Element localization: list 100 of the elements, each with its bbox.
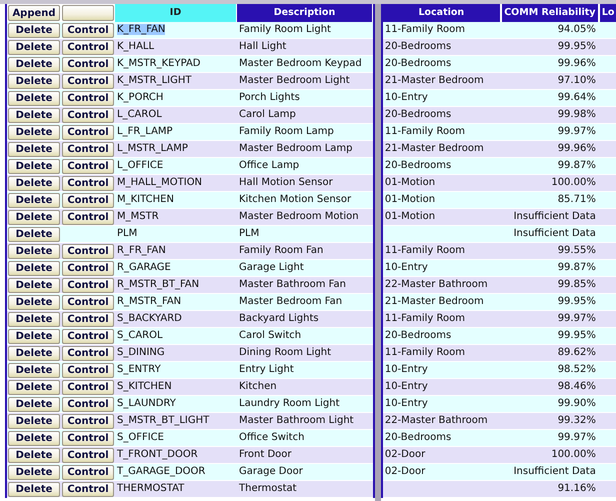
table-cell[interactable]: R_MSTR_FAN <box>117 296 182 307</box>
table-cell-text: Master Bedroom Fan <box>238 295 344 309</box>
control-button[interactable]: Control <box>62 176 114 190</box>
delete-button[interactable]: Delete <box>8 278 60 292</box>
delete-button[interactable]: Delete <box>8 22 60 38</box>
table-cell-text: Garage Light <box>238 261 305 275</box>
control-button[interactable]: Control <box>62 124 114 140</box>
control-button[interactable]: Control <box>62 294 114 310</box>
control-button[interactable]: Control <box>62 260 114 276</box>
control-button[interactable]: Control <box>62 158 114 174</box>
column-header[interactable]: Description <box>237 4 373 22</box>
table-cell[interactable]: K_HALL <box>117 41 154 52</box>
delete-button[interactable]: Delete <box>8 74 60 88</box>
table-cell-text: 100.00% <box>550 176 597 190</box>
control-button[interactable]: Control <box>62 380 114 394</box>
delete-button[interactable]: Delete <box>8 312 60 326</box>
control-button[interactable]: Control <box>62 90 114 106</box>
delete-button[interactable]: Delete <box>8 142 60 156</box>
control-button[interactable]: Control <box>62 192 114 208</box>
table-cell[interactable]: T_GARAGE_DOOR <box>117 466 206 477</box>
table-cell-text: 11-Family Room <box>384 125 466 139</box>
control-button[interactable]: Control <box>62 108 114 122</box>
table-cell[interactable]: THERMOSTAT <box>117 483 184 494</box>
table-cell[interactable]: PLM <box>117 228 138 239</box>
delete-button[interactable]: Delete <box>8 210 60 224</box>
table-cell[interactable]: S_KITCHEN <box>117 381 172 392</box>
table-cell[interactable]: K_MSTR_KEYPAD <box>117 58 201 69</box>
table-cell[interactable]: K_PORCH <box>117 92 164 103</box>
control-button[interactable]: Control <box>62 396 114 412</box>
delete-button[interactable]: Delete <box>8 158 60 174</box>
table-cell[interactable]: L_CAROL <box>117 109 162 120</box>
table-cell[interactable]: K_FR_FAN <box>117 24 166 35</box>
table-cell-text: Kitchen Motion Sensor <box>238 193 352 207</box>
control-button[interactable]: Control <box>62 362 114 378</box>
control-button[interactable]: Control <box>62 482 114 496</box>
control-button[interactable]: Control <box>62 22 114 38</box>
column-header[interactable]: COMM Reliability <box>502 4 599 22</box>
delete-button[interactable]: Delete <box>8 260 60 276</box>
delete-button[interactable]: Delete <box>8 244 60 258</box>
table-cell[interactable]: L_MSTR_LAMP <box>117 143 188 154</box>
table-cell-text: Family Room Lamp <box>238 125 335 139</box>
delete-button[interactable]: Delete <box>8 124 60 140</box>
column-header[interactable]: ID <box>115 4 237 22</box>
table-cell[interactable]: R_MSTR_BT_FAN <box>117 279 200 290</box>
table-cell[interactable]: M_KITCHEN <box>117 194 174 205</box>
delete-button[interactable]: Delete <box>8 414 60 428</box>
delete-button[interactable]: Delete <box>8 328 60 344</box>
table-cell[interactable]: S_LAUNDRY <box>117 398 176 409</box>
delete-button[interactable]: Delete <box>8 482 60 496</box>
delete-button[interactable]: Delete <box>8 396 60 412</box>
control-button[interactable]: Control <box>62 210 114 224</box>
append-button[interactable]: Append <box>8 5 60 21</box>
column-header[interactable]: Lo <box>600 4 616 22</box>
table-cell[interactable]: R_GARAGE <box>117 262 171 273</box>
delete-button[interactable]: Delete <box>8 346 60 360</box>
table-cell[interactable]: L_FR_LAMP <box>117 126 173 137</box>
table-cell[interactable]: M_MSTR <box>117 211 159 222</box>
table-cell[interactable]: S_CAROL <box>117 330 163 341</box>
control-button[interactable]: Control <box>62 142 114 156</box>
table-cell[interactable]: S_MSTR_BT_LIGHT <box>117 415 210 426</box>
control-button[interactable]: Control <box>62 244 114 258</box>
control-button[interactable]: Control <box>62 40 114 54</box>
delete-button[interactable]: Delete <box>8 380 60 394</box>
table-cell-text: 02-Door <box>384 448 426 462</box>
blank-button[interactable] <box>62 5 114 21</box>
control-button[interactable]: Control <box>62 328 114 344</box>
control-button[interactable]: Control <box>62 346 114 360</box>
table-cell-text: 99.97% <box>556 125 597 139</box>
table-cell[interactable]: K_MSTR_LIGHT <box>117 75 192 86</box>
table-cell[interactable]: S_ENTRY <box>117 364 161 375</box>
delete-button[interactable]: Delete <box>8 430 60 446</box>
delete-button[interactable]: Delete <box>8 448 60 462</box>
delete-button[interactable]: Delete <box>8 176 60 190</box>
control-button[interactable]: Control <box>62 312 114 326</box>
table-cell[interactable]: M_HALL_MOTION <box>117 177 202 188</box>
control-button[interactable]: Control <box>62 74 114 88</box>
control-button[interactable]: Control <box>62 414 114 428</box>
table-cell[interactable]: S_OFFICE <box>117 432 164 443</box>
delete-button[interactable]: Delete <box>8 362 60 378</box>
delete-button[interactable]: Delete <box>8 108 60 122</box>
table-cell-text: 21-Master Bedroom <box>384 295 485 309</box>
delete-button[interactable]: Delete <box>8 226 60 242</box>
table-cell[interactable]: R_FR_FAN <box>117 245 166 256</box>
control-button[interactable]: Control <box>62 448 114 462</box>
control-button[interactable]: Control <box>62 56 114 72</box>
control-button[interactable]: Control <box>62 278 114 292</box>
table-cell-text: Office Switch <box>238 431 306 445</box>
table-cell[interactable]: T_FRONT_DOOR <box>117 449 198 460</box>
table-cell[interactable]: S_DINING <box>117 347 165 358</box>
table-cell[interactable]: S_BACKYARD <box>117 313 182 324</box>
delete-button[interactable]: Delete <box>8 56 60 72</box>
control-button[interactable]: Control <box>62 430 114 446</box>
table-cell[interactable]: L_OFFICE <box>117 160 164 171</box>
delete-button[interactable]: Delete <box>8 40 60 54</box>
delete-button[interactable]: Delete <box>8 464 60 480</box>
delete-button[interactable]: Delete <box>8 90 60 106</box>
column-header[interactable]: Location <box>382 4 501 22</box>
delete-button[interactable]: Delete <box>8 294 60 310</box>
delete-button[interactable]: Delete <box>8 192 60 208</box>
control-button[interactable]: Control <box>62 464 114 480</box>
